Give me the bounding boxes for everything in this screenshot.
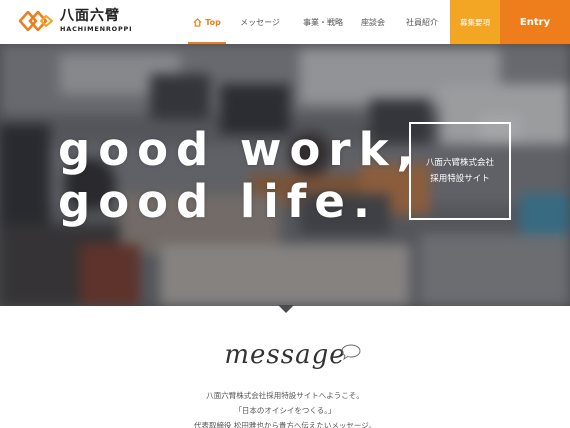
tagline-line-1: good work,	[58, 123, 422, 176]
nav-business-label: 事業・戦略	[303, 17, 343, 27]
logo-mark-icon	[19, 11, 54, 31]
badge-company-name: 八面六臂株式会社	[425, 158, 494, 168]
nav-roundtable[interactable]: 座談会	[352, 0, 394, 44]
nav-staff-label: 社員紹介	[406, 17, 438, 27]
nav-top-label: Top	[205, 17, 221, 27]
site-header: 八面六臂 HACHIMENROPPI Top メッセージ 事業・戦略 座談会 社…	[0, 0, 570, 44]
message-intro: 八面六臂株式会社採用特設サイトへようこそ。 「日本のオイシイをつくる。」 代表取…	[0, 388, 570, 428]
recruit-info-button[interactable]: 募集要項	[450, 0, 500, 44]
scroll-down-arrow-icon	[278, 305, 294, 313]
logo-name-jp: 八面六臂	[60, 8, 120, 24]
nav-top[interactable]: Top	[188, 0, 226, 44]
message-line-2: 「日本のオイシイをつくる。」	[234, 406, 336, 415]
main-nav: Top メッセージ 事業・戦略 座談会 社員紹介	[188, 0, 450, 44]
logo-name-en: HACHIMENROPPI	[60, 25, 133, 33]
speech-bubble-icon	[341, 344, 361, 360]
nav-message-label: メッセージ	[240, 17, 280, 27]
entry-button[interactable]: Entry	[500, 0, 570, 44]
site-logo[interactable]: 八面六臂 HACHIMENROPPI	[19, 8, 159, 36]
nav-business[interactable]: 事業・戦略	[294, 0, 352, 44]
badge-site-name: 採用特設サイト	[430, 174, 490, 184]
nav-roundtable-label: 座談会	[361, 17, 385, 27]
hero-tagline: good work, good life.	[58, 124, 422, 228]
message-line-3: 代表取締役 松田雅也から貴方へ伝えたいメッセージ。	[193, 421, 376, 428]
hero-section: good work, good life. 八面六臂株式会社 採用特設サイト	[0, 44, 570, 306]
tagline-line-2: good life.	[58, 175, 378, 228]
message-line-1: 八面六臂株式会社採用特設サイトへようこそ。	[206, 391, 364, 400]
recruit-site-badge: 八面六臂株式会社 採用特設サイト	[409, 122, 511, 220]
home-icon	[193, 17, 202, 27]
nav-staff[interactable]: 社員紹介	[394, 0, 450, 44]
message-heading: message	[224, 340, 346, 370]
nav-message[interactable]: メッセージ	[226, 0, 294, 44]
